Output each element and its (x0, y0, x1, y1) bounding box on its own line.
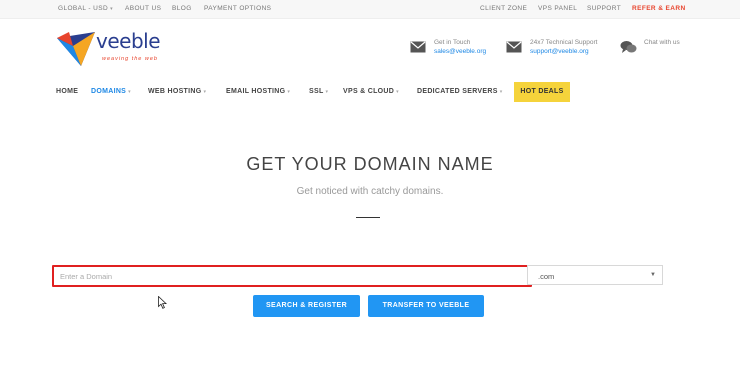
page-title: GET YOUR DOMAIN NAME (246, 154, 494, 174)
support-link[interactable]: SUPPORT (587, 5, 621, 12)
sales-email-link[interactable]: sales@veeble.org (434, 47, 486, 56)
vps-panel-link[interactable]: VPS PANEL (538, 5, 577, 12)
nav-vps-cloud[interactable]: VPS & CLOUD ▾ (343, 88, 399, 95)
blog-link[interactable]: BLOG (172, 5, 192, 12)
refer-earn-link[interactable]: REFER & EARN (632, 5, 686, 12)
contact-chat[interactable]: Chat with us (644, 38, 680, 47)
about-link[interactable]: ABOUT US (125, 5, 161, 12)
contact-sales: Get in Touch sales@veeble.org (434, 38, 486, 56)
nav-dedicated-label: DEDICATED SERVERS (417, 88, 498, 95)
contact-support: 24x7 Technical Support support@veeble.or… (530, 38, 597, 56)
tld-select[interactable]: .com ▼ (527, 265, 663, 285)
nav-home[interactable]: HOME (56, 88, 78, 95)
nav-web-hosting[interactable]: WEB HOSTING ▾ (148, 88, 206, 95)
payment-options-link[interactable]: PAYMENT OPTIONS (204, 5, 271, 12)
chevron-down-icon: ▾ (203, 89, 207, 95)
chat-bubbles-icon (620, 41, 637, 53)
chevron-down-icon: ▾ (325, 89, 329, 95)
nav-email-hosting-label: EMAIL HOSTING (226, 88, 286, 95)
region-label: GLOBAL - USD (58, 5, 109, 12)
chevron-down-icon: ▾ (287, 89, 291, 95)
mouse-cursor-icon (158, 296, 167, 309)
contact-sales-title: Get in Touch (434, 39, 471, 46)
nav-email-hosting[interactable]: EMAIL HOSTING ▾ (226, 88, 290, 95)
top-utility-bar: GLOBAL - USD ▾ ABOUT US BLOG PAYMENT OPTI… (0, 0, 740, 19)
nav-dedicated-servers[interactable]: DEDICATED SERVERS ▾ (417, 88, 503, 95)
brand-name: veeble (96, 29, 161, 53)
chat-title: Chat with us (644, 39, 680, 46)
client-zone-link[interactable]: CLIENT ZONE (480, 5, 527, 12)
chevron-down-icon: ▾ (110, 6, 113, 12)
dropdown-arrow-icon: ▼ (650, 272, 656, 278)
chevron-down-icon: ▾ (499, 89, 503, 95)
title-divider (356, 217, 380, 218)
brand-tagline: weaving the web (102, 56, 158, 62)
brand-logo[interactable]: veeble weaving the web (55, 28, 170, 70)
main-nav: HOME DOMAINS ▾ WEB HOSTING ▾ EMAIL HOSTING… (0, 82, 740, 102)
nav-vps-cloud-label: VPS & CLOUD (343, 88, 395, 95)
chevron-down-icon: ▾ (396, 89, 399, 95)
contact-support-title: 24x7 Technical Support (530, 39, 598, 46)
nav-hot-deals[interactable]: HOT DEALS (514, 82, 570, 102)
nav-ssl-label: SSL (309, 88, 324, 95)
chevron-down-icon: ▾ (128, 89, 131, 95)
paper-plane-logo-icon (57, 32, 95, 66)
tld-selected-value: .com (538, 272, 555, 281)
domain-search-input[interactable] (52, 265, 532, 287)
nav-ssl[interactable]: SSL ▾ (309, 88, 328, 95)
nav-domains[interactable]: DOMAINS ▾ (91, 88, 131, 95)
support-email-link[interactable]: support@veeble.org (530, 47, 597, 56)
transfer-to-veeble-button[interactable]: TRANSFER TO VEEBLE (368, 295, 484, 317)
search-register-button[interactable]: SEARCH & REGISTER (253, 295, 360, 317)
region-currency-selector[interactable]: GLOBAL - USD ▾ (58, 5, 113, 12)
envelope-icon (410, 41, 426, 53)
nav-domains-label: DOMAINS (91, 88, 127, 95)
page-subtitle: Get noticed with catchy domains. (296, 186, 444, 197)
nav-web-hosting-label: WEB HOSTING (148, 88, 202, 95)
envelope-icon (506, 41, 522, 53)
